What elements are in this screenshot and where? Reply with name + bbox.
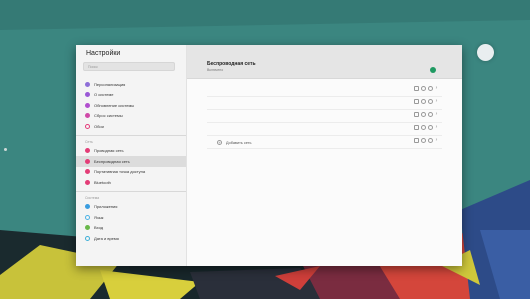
lock-icon	[414, 86, 419, 91]
sidebar-item-label: Дата и время	[94, 235, 119, 241]
network-row[interactable]: ›	[207, 122, 442, 136]
lock-icon	[414, 125, 419, 130]
network-row-icons: ›	[414, 112, 438, 117]
settings-category-icon	[85, 225, 90, 231]
lock-icon	[414, 112, 419, 117]
settings-category-icon	[85, 148, 90, 154]
wifi-signal-icon	[421, 125, 426, 130]
wifi-signal-icon	[421, 99, 426, 104]
info-icon[interactable]	[428, 112, 433, 117]
info-icon[interactable]	[428, 86, 433, 91]
info-icon[interactable]	[428, 99, 433, 104]
page-title: Беспроводная сеть	[207, 61, 256, 67]
sidebar-item[interactable]: Персонализация	[76, 79, 186, 90]
settings-category-icon	[85, 92, 90, 98]
sidebar-item[interactable]: Портативная точка доступа	[76, 167, 186, 178]
search-input[interactable]: Поиск	[83, 62, 175, 71]
info-icon[interactable]	[428, 138, 433, 143]
settings-category-icon	[85, 158, 90, 164]
settings-category-icon	[85, 102, 90, 108]
chevron-right-icon[interactable]: ›	[435, 86, 438, 91]
network-row[interactable]: ›	[207, 109, 442, 123]
wifi-signal-icon	[421, 138, 426, 143]
settings-category-icon	[85, 169, 90, 175]
sidebar-item-label: Приложения	[94, 204, 118, 210]
sidebar-item[interactable]: Обои	[76, 121, 186, 132]
sidebar-item[interactable]: Беспроводная сеть	[76, 156, 186, 167]
chevron-right-icon[interactable]: ›	[435, 112, 438, 117]
section-header-system: Система	[85, 195, 100, 200]
wifi-signal-icon	[421, 112, 426, 117]
divider	[76, 134, 186, 136]
lock-icon	[414, 138, 419, 143]
chevron-right-icon[interactable]: ›	[435, 138, 438, 143]
sidebar-item-label: Беспроводная сеть	[94, 158, 130, 164]
settings-category-icon	[85, 204, 90, 210]
settings-category-icon	[85, 235, 90, 241]
sidebar-list: Персонализация О системе Обновление систем…	[76, 79, 186, 244]
settings-sidebar: Настройки Поиск Персонализация О системе О…	[76, 45, 187, 266]
settings-category-icon	[85, 214, 90, 220]
sidebar-item[interactable]: Вход	[76, 223, 186, 234]
settings-category-icon	[85, 113, 90, 119]
sidebar-item[interactable]: Приложения	[76, 202, 186, 213]
window-title: Настройки	[86, 50, 121, 57]
add-network-button[interactable]: + Добавить сеть	[217, 140, 251, 145]
wifi-header: Беспроводная сеть Включено	[187, 45, 462, 79]
sidebar-item-label: О системе	[94, 92, 114, 98]
wifi-status-text: Включено	[207, 68, 224, 72]
plus-icon: +	[217, 140, 222, 145]
sidebar-item[interactable]: Обновление системы	[76, 100, 186, 111]
network-row-icons: ›	[414, 99, 438, 104]
divider	[76, 190, 186, 192]
sidebar-item-label: Bluetooth	[94, 179, 111, 185]
settings-category-icon	[85, 123, 90, 129]
settings-category-icon	[85, 179, 90, 185]
chevron-right-icon[interactable]: ›	[435, 125, 438, 130]
sidebar-item-label: Обновление системы	[94, 102, 135, 108]
sidebar-item[interactable]: Дата и время	[76, 233, 186, 244]
settings-main-panel: Беспроводная сеть Включено › › › › › + Добав…	[187, 45, 462, 266]
settings-category-icon	[85, 81, 90, 87]
sidebar-item-label: Язык	[94, 214, 104, 220]
sidebar-item-label: Обои	[94, 123, 104, 129]
wifi-toggle[interactable]	[430, 67, 436, 73]
sidebar-item[interactable]: Язык	[76, 212, 186, 223]
sidebar-item[interactable]: Сброс системы	[76, 111, 186, 122]
sidebar-item-label: Портативная точка доступа	[94, 169, 146, 175]
section-header-network: Сеть	[85, 139, 93, 144]
info-icon[interactable]	[428, 125, 433, 130]
network-row[interactable]: ›	[207, 96, 442, 110]
sidebar-item-label: Персонализация	[94, 81, 126, 87]
network-row-icons: ›	[414, 138, 438, 143]
sidebar-item[interactable]: О системе	[76, 90, 186, 101]
sidebar-item[interactable]: Bluetooth	[76, 177, 186, 188]
network-row[interactable]: ›	[207, 83, 442, 97]
sidebar-item-label: Проводная сеть	[94, 148, 124, 154]
floating-assistant-button[interactable]	[477, 44, 494, 61]
network-row-icons: ›	[414, 125, 438, 130]
sidebar-item-label: Сброс системы	[94, 113, 123, 119]
settings-window: Настройки Поиск Персонализация О системе О…	[76, 45, 462, 266]
wifi-signal-icon	[421, 86, 426, 91]
chevron-right-icon[interactable]: ›	[435, 99, 438, 104]
sidebar-item-label: Вход	[94, 225, 104, 231]
network-row-icons: ›	[414, 86, 438, 91]
edge-handle[interactable]	[4, 148, 7, 151]
sidebar-item[interactable]: Проводная сеть	[76, 146, 186, 157]
add-network-label: Добавить сеть	[226, 140, 252, 145]
lock-icon	[414, 99, 419, 104]
